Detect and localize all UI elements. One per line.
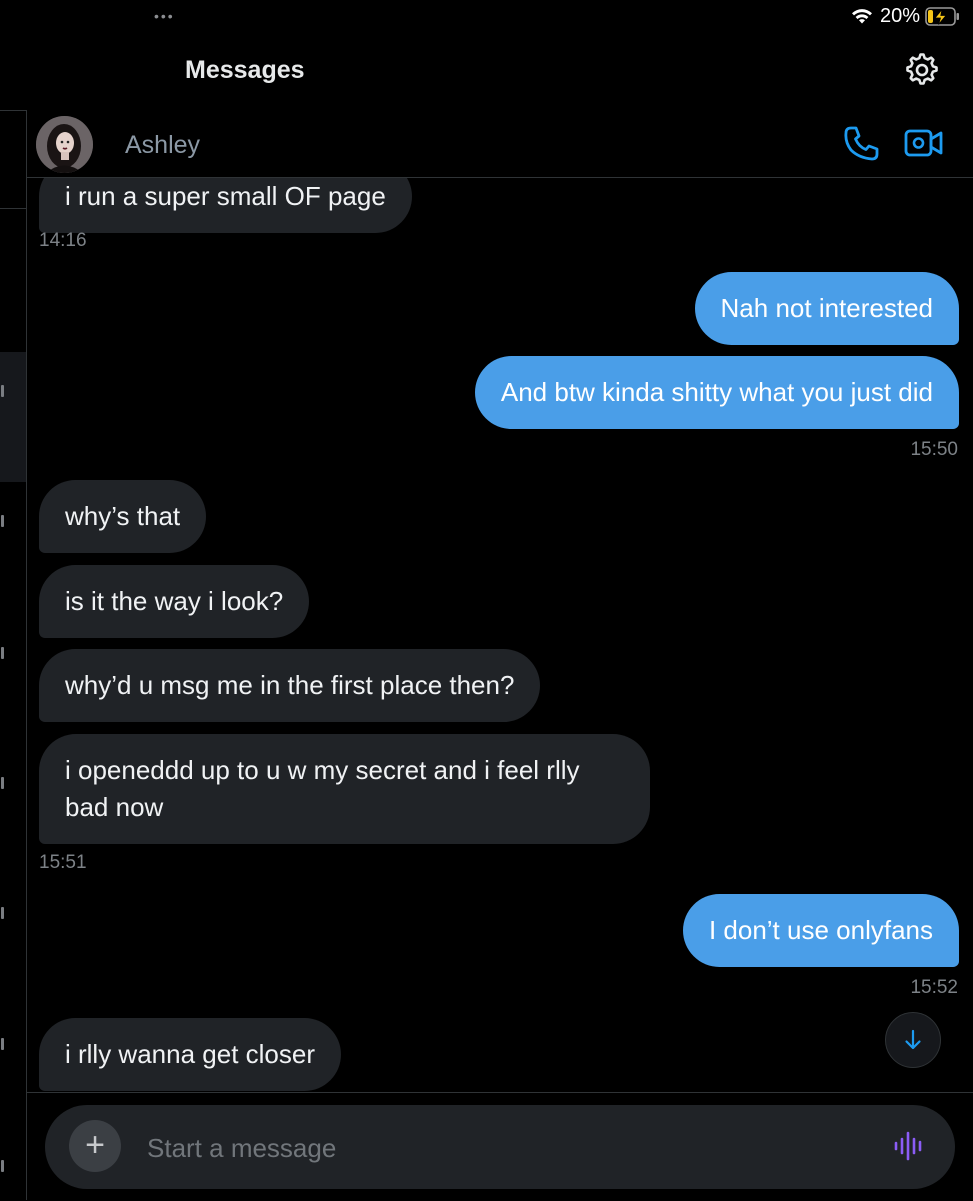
arrow-down-icon	[905, 1029, 921, 1050]
wifi-icon	[852, 9, 872, 24]
messages-header: Messages	[0, 34, 973, 111]
add-attachment-button[interactable]: +	[69, 1120, 121, 1172]
phone-icon[interactable]	[842, 124, 880, 162]
video-call-icon[interactable]	[904, 124, 944, 162]
outgoing-message[interactable]: Nah not interested	[694, 272, 959, 345]
incoming-message[interactable]: is it the way i look?	[39, 565, 310, 638]
incoming-message[interactable]: i run a super small OF page	[39, 178, 412, 233]
list-item-edge	[1, 515, 4, 527]
battery-percentage: 20%	[880, 5, 921, 27]
outgoing-message[interactable]: I don’t use onlyfans	[682, 894, 959, 967]
list-item-edge	[1, 1038, 4, 1050]
list-item-edge	[1, 647, 4, 659]
conversation-header: Ashley	[27, 110, 973, 178]
conversation-name[interactable]: Ashley	[125, 131, 200, 160]
gear-icon[interactable]	[902, 50, 942, 90]
message-timestamp: 14:16	[39, 230, 87, 251]
scroll-to-bottom-button[interactable]	[885, 1012, 941, 1068]
conversation-list-edge	[0, 110, 27, 1200]
incoming-message[interactable]: why’s that	[39, 480, 207, 553]
message-input[interactable]	[145, 1125, 869, 1171]
selected-conversation-edge[interactable]	[0, 352, 26, 482]
message-thread[interactable]: i run a super small OF page 14:16 Nah no…	[27, 178, 973, 1092]
list-item-edge	[1, 777, 4, 789]
list-item-edge	[1, 907, 4, 919]
outgoing-message[interactable]: And btw kinda shitty what you just did	[474, 356, 959, 429]
avatar[interactable]	[36, 116, 93, 173]
list-item-edge	[1, 385, 4, 397]
message-timestamp: 15:51	[39, 852, 87, 873]
status-bar: ••• 20%	[0, 0, 973, 34]
message-composer: +	[45, 1105, 955, 1189]
list-item-edge	[1, 1160, 4, 1172]
incoming-message[interactable]: i rlly wanna get closer	[39, 1018, 341, 1091]
list-divider	[0, 208, 26, 209]
incoming-message[interactable]: why’d u msg me in the first place then?	[39, 649, 541, 722]
message-timestamp: 15:52	[910, 977, 958, 998]
composer-area: +	[27, 1092, 973, 1201]
multitasking-dots[interactable]: •••	[154, 8, 175, 24]
battery-charging-icon	[925, 7, 959, 26]
incoming-message[interactable]: i openeddd up to u w my secret and i fee…	[39, 734, 650, 844]
message-timestamp: 15:50	[910, 439, 958, 460]
page-title: Messages	[185, 56, 305, 84]
voice-waveform-icon[interactable]	[893, 1130, 925, 1162]
